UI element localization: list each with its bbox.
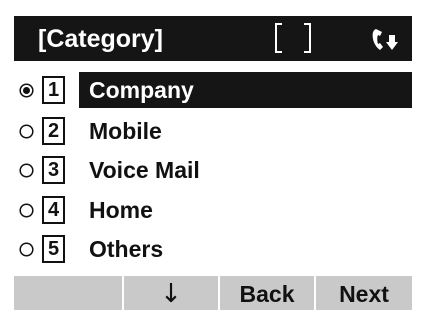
- list-item-voice-mail[interactable]: 3 Voice Mail: [0, 152, 424, 188]
- item-label: Company: [89, 77, 194, 103]
- item-number: 1: [42, 76, 65, 104]
- item-number: 4: [42, 196, 65, 224]
- input-field[interactable]: [272, 22, 314, 54]
- radio-icon[interactable]: [19, 163, 34, 178]
- radio-icon[interactable]: [19, 124, 34, 139]
- phone-display: [Category] 1 Company 2 Mobile 3 Voice Ma…: [0, 0, 424, 313]
- item-number: 3: [42, 156, 65, 184]
- radio-icon[interactable]: [19, 242, 34, 257]
- next-button[interactable]: Next: [316, 276, 412, 310]
- back-button[interactable]: Back: [220, 276, 314, 310]
- list-item-others[interactable]: 5 Others: [0, 231, 424, 267]
- header-bar: [Category]: [14, 16, 412, 61]
- radio-selected-icon[interactable]: [19, 83, 34, 98]
- item-number: 2: [42, 117, 65, 145]
- list-item-company[interactable]: 1 Company: [0, 72, 424, 108]
- list-item-home[interactable]: 4 Home: [0, 192, 424, 228]
- softkey-bar: ↓ Back Next: [14, 276, 412, 310]
- page-title: [Category]: [38, 25, 164, 53]
- item-highlight: Company: [79, 72, 412, 108]
- item-number: 5: [42, 235, 65, 263]
- item-label: Home: [89, 197, 153, 223]
- softkey-down-arrow[interactable]: ↓: [124, 276, 218, 310]
- radio-icon[interactable]: [19, 203, 34, 218]
- item-label: Mobile: [89, 118, 162, 144]
- down-arrow-icon: ↓: [160, 279, 182, 309]
- item-label: Voice Mail: [89, 157, 200, 183]
- handset-icon: [369, 25, 399, 55]
- list-item-mobile[interactable]: 2 Mobile: [0, 113, 424, 149]
- item-label: Others: [89, 236, 164, 262]
- softkey-1[interactable]: [14, 276, 122, 310]
